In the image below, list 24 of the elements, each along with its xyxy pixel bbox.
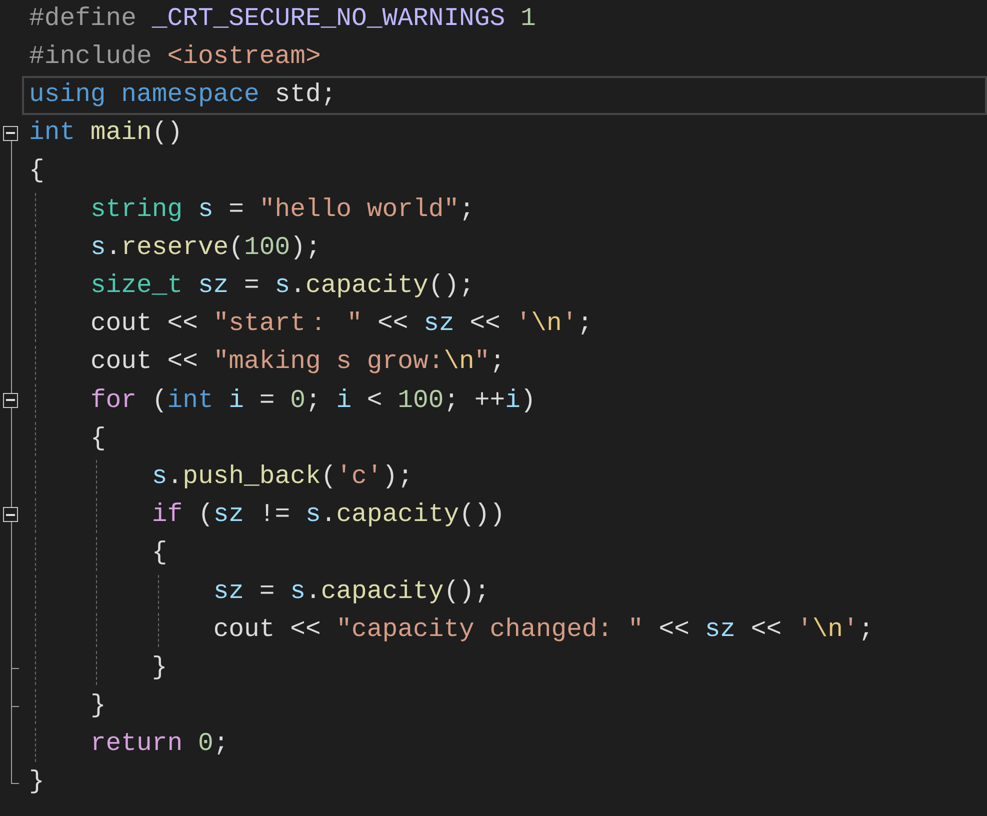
code-line: #include <iostream> [29, 42, 321, 73]
code-line: s.push_back('c'); [152, 462, 413, 493]
code-line: return 0; [90, 729, 229, 760]
code-line: #define _CRT_SECURE_NO_WARNINGS 1 [29, 4, 536, 34]
code-line: int main() [29, 118, 183, 149]
code-line: if (sz != s.capacity()) [152, 500, 506, 531]
code-line: { [29, 156, 44, 188]
code-line: s.reserve(100); [90, 232, 321, 264]
code-line: cout << "start： " << sz << '\n'; [90, 309, 593, 340]
code-line: string s = "hello world"; [90, 194, 474, 226]
code-line: { [152, 538, 168, 570]
code-line: for (int i = 0; i < 100; ++i) [90, 386, 536, 416]
code-line: } [152, 652, 168, 684]
collapse-icon[interactable] [3, 126, 18, 141]
code-line: { [90, 424, 106, 454]
code-line: using namespace std; [29, 80, 336, 111]
code-line: cout << "capacity changed: " << sz << '\n'; [213, 614, 874, 646]
collapse-icon[interactable] [3, 392, 18, 408]
code-line: sz = s.capacity(); [213, 576, 490, 608]
code-line: } [90, 691, 106, 722]
code-line: } [29, 767, 44, 798]
code-line: size_t sz = s.capacity(); [90, 271, 474, 302]
code-line: cout << "making s grow:\n"; [90, 347, 506, 378]
collapse-icon[interactable] [3, 507, 18, 522]
